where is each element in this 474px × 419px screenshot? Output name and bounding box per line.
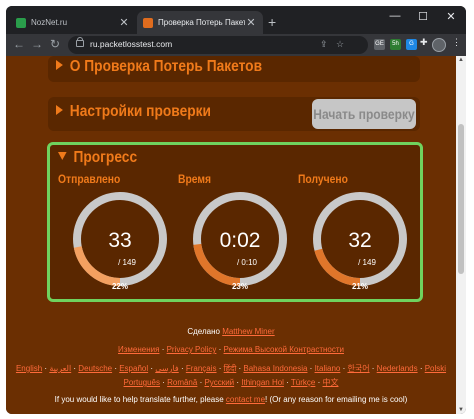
new-tab-button[interactable]: + [268,14,276,30]
changelog-link[interactable]: Изменения [118,345,159,354]
gauge-fill-arc [314,248,361,286]
credits-text: Сделано [187,327,220,336]
language-link[interactable]: Русский [204,378,234,387]
packetloss-favicon-icon [143,17,153,28]
language-link[interactable]: Italiano [315,364,341,373]
language-link[interactable]: Bahasa Indonesia [243,364,307,373]
language-link[interactable]: Deutsche [78,364,112,373]
browser-toolbar: ← → ↻ ru.packetlosstest.com ⇪ ☆ GE 5h G … [6,34,466,56]
language-link[interactable]: English [16,364,42,373]
progress-section: Прогресс Отправлено Время Получено 33 / … [47,142,423,302]
settings-section[interactable]: Настройки проверки Начать проверку [48,97,420,131]
credits-line: Сделано Matthew Miner [6,327,456,336]
gauge-time: 0:02 / 0:10 23% [193,192,287,291]
bookmark-star-icon[interactable]: ☆ [336,39,344,50]
language-link[interactable]: فارسی [155,364,179,373]
close-icon[interactable]: ✕ [118,16,130,29]
about-section[interactable]: О Проверка Потерь Пакетов [48,56,420,82]
footer-links: Изменения · Privacy Policy · Режима Высо… [118,345,344,354]
privacy-policy-link[interactable]: Privacy Policy [167,345,217,354]
help-text-suffix: ! (Or any reason for emailing me is cool… [265,395,408,404]
extension-5h-icon[interactable]: 5h [390,39,401,50]
gauge-percent: 22% [112,282,128,291]
lock-icon [76,37,84,47]
window-close-icon[interactable]: ✕ [442,10,460,23]
expand-triangle-icon [56,105,63,115]
language-link[interactable]: Português [124,378,160,387]
tab-packetloss[interactable]: Проверка Потерь Пакетов – Пр ✕ [137,11,263,34]
language-link[interactable]: 中文 [322,378,338,387]
gauges-svg: 33 / 149 22% 0:02 / 0:10 23% 32 / 149 21 [73,192,407,291]
address-bar[interactable]: ru.packetlosstest.com ⇪ ☆ [68,36,368,54]
forward-icon[interactable]: → [30,37,44,51]
language-link[interactable]: Nederlands [377,364,418,373]
about-section-header[interactable]: О Проверка Потерь Пакетов [56,58,262,76]
contact-me-link[interactable]: contact me [226,395,265,404]
gauge-sub: / 149 [118,258,136,267]
tab-title: Проверка Потерь Пакетов – Пр [158,18,245,27]
tab-strip: NozNet.ru ✕ Проверка Потерь Пакетов – Пр… [6,6,466,34]
language-link[interactable]: Polski [425,364,446,373]
reload-icon[interactable]: ↻ [48,37,62,51]
minimize-icon[interactable]: — [386,10,404,22]
start-test-button[interactable]: Начать проверку [312,99,416,129]
progress-section-title: Прогресс [73,149,138,166]
language-link[interactable]: Español [119,364,148,373]
gauge-sent: 33 / 149 22% [73,192,167,291]
maximize-icon[interactable]: ☐ [414,10,432,23]
gauge-value: 0:02 [220,229,261,252]
url-text: ru.packetlosstest.com [90,39,173,49]
collapse-triangle-icon [58,152,67,160]
settings-section-header[interactable]: Настройки проверки [56,103,211,121]
gauge-percent: 23% [232,282,248,291]
back-icon[interactable]: ← [12,37,26,51]
extension-g-icon[interactable]: G [406,39,417,50]
language-link[interactable]: Română [167,378,197,387]
help-text-prefix: If you would like to help translate furt… [54,395,224,404]
language-links-row-1: English · العربية · Deutsche · Español ·… [15,364,447,373]
progress-section-header[interactable]: Прогресс [58,149,137,167]
tab-title: NozNet.ru [31,18,68,27]
scroll-down-icon[interactable]: ▼ [456,406,466,414]
high-contrast-link[interactable]: Режима Высокой Контрастности [224,345,344,354]
start-test-button-label: Начать проверку [313,106,415,122]
gauge-value: 33 [108,229,131,252]
gauge-received: 32 / 149 21% [313,192,407,291]
extensions-puzzle-icon[interactable]: ✚ [420,37,428,48]
language-links-row-2: Português · Română · Русский · Ithingan … [123,378,339,387]
profile-avatar[interactable] [432,38,446,52]
gauge-value: 32 [348,229,371,252]
gauge-percent: 21% [352,282,368,291]
gauge-fill-arc [73,246,121,286]
tab-noznet[interactable]: NozNet.ru ✕ [10,11,136,34]
language-link[interactable]: العربية [49,364,71,373]
about-section-title: О Проверка Потерь Пакетов [69,58,263,75]
gauge-sub: / 149 [358,258,376,267]
scrollbar-thumb[interactable] [458,124,464,274]
language-link[interactable]: Ithingan Hol [241,378,284,387]
language-link[interactable]: Français [186,364,217,373]
language-link[interactable]: हिंदी [224,364,237,373]
language-link[interactable]: 한국어 [347,364,369,373]
extension-ge-icon[interactable]: GE [374,39,385,50]
language-link[interactable]: Türkçe [291,378,315,387]
browser-window: NozNet.ru ✕ Проверка Потерь Пакетов – Пр… [6,6,466,414]
menu-kebab-icon[interactable]: ⋮ [452,37,461,48]
share-icon[interactable]: ⇪ [320,39,328,50]
expand-triangle-icon [56,60,63,70]
scroll-up-icon[interactable]: ▲ [456,56,466,64]
settings-section-title: Настройки проверки [69,103,211,120]
author-link[interactable]: Matthew Miner [222,327,274,336]
gauge-sub: / 0:10 [237,258,258,267]
page-content: О Проверка Потерь Пакетов Настройки пров… [6,56,456,414]
close-icon[interactable]: ✕ [245,16,257,29]
noznet-favicon-icon [16,17,26,28]
translate-help-line: If you would like to help translate furt… [6,395,456,404]
